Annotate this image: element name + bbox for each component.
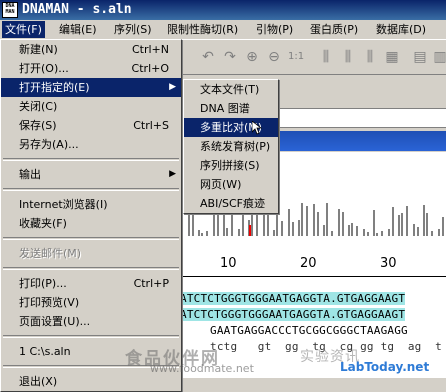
sequence-row: ATCTCTGGGTGGGAATGAGGTA.GTGAGGAAGT [180, 308, 406, 321]
menu-internet-browser[interactable]: Internet浏览器(I) [1, 195, 181, 214]
menu-export[interactable]: 输出 ▶ [1, 165, 181, 184]
submenu-web-page[interactable]: 网页(W) [184, 175, 278, 194]
submenu-multiple-alignment[interactable]: 多重比对(M) [184, 118, 278, 137]
zoom-1to1-icon[interactable]: 1:1 [288, 49, 304, 65]
menu-open[interactable]: 打开(O)... Ctrl+O [1, 59, 181, 78]
menu-close[interactable]: 关闭(C) [1, 97, 181, 116]
align-center-icon[interactable]: ⫼ [362, 49, 378, 65]
open-specified-submenu: 文本文件(T) DNA 图谱 多重比对(M) 系统发育树(P) 序列拼接(S) … [183, 79, 279, 214]
menu-save-as[interactable]: 另存为(A)... [1, 135, 181, 154]
submenu-phylogenetic-tree[interactable]: 系统发育树(P) [184, 137, 278, 156]
menu-bar: 文件(F) 编辑(E) 序列(S) 限制性酶切(R) 引物(P) 蛋白质(P) … [0, 20, 446, 40]
ruler-label: 20 [300, 256, 317, 271]
submenu-dna-map[interactable]: DNA 图谱 [184, 99, 278, 118]
zoom-in-icon[interactable]: ⊕ [244, 49, 260, 65]
menu-separator [3, 158, 179, 161]
file-menu: 新建(N) Ctrl+N 打开(O)... Ctrl+O 打开指定的(E) ▶ 关闭(… [0, 39, 182, 392]
ruler: 10 20 30 [180, 236, 446, 288]
menu-page-setup[interactable]: 页面设置(U)... [1, 312, 181, 331]
submenu-sequence-assembly[interactable]: 序列拼接(S) [184, 156, 278, 175]
shade-icon[interactable]: ▦ [384, 49, 400, 65]
ruler-label: 10 [220, 256, 237, 271]
zoom-out-icon[interactable]: ⊖ [266, 49, 282, 65]
submenu-arrow-icon: ▶ [169, 82, 176, 92]
redo-icon[interactable]: ↷ [222, 49, 238, 65]
mouse-cursor-icon [252, 121, 262, 135]
window-title: DNAMAN - s.aln [22, 2, 132, 17]
sequence-row: GAATGAGGACCCTGCGGCGGGCTAAGAGG [210, 324, 408, 337]
menu-favorites[interactable]: 收藏夹(F) [1, 214, 181, 233]
menu-send-mail: 发送邮件(M) [19, 247, 82, 260]
menu-restriction[interactable]: 限制性酶切(R) [164, 21, 241, 38]
ruler-label: 30 [380, 256, 397, 271]
menu-open-specified[interactable]: 打开指定的(E) ▶ [1, 78, 181, 97]
menu-save[interactable]: 保存(S) Ctrl+S [1, 116, 181, 135]
menu-separator [3, 267, 179, 270]
menu-primer[interactable]: 引物(P) [253, 21, 296, 38]
ruler-baseline [180, 276, 446, 277]
menu-file[interactable]: 文件(F) [2, 21, 45, 38]
menu-print[interactable]: 打印(P)... Ctrl+P [1, 274, 181, 293]
menu-separator [3, 335, 179, 338]
submenu-arrow-icon: ▶ [169, 169, 176, 179]
menu-separator [3, 237, 179, 240]
tool-icon[interactable]: ▤ [412, 49, 428, 65]
menu-database[interactable]: 数据库(D) [373, 21, 429, 38]
extra-icon[interactable]: ▥ [432, 49, 446, 65]
menu-print-preview[interactable]: 打印预览(V) [1, 293, 181, 312]
align-left-icon[interactable]: ⫼ [318, 49, 334, 65]
sequence-row: ATCTCTGGGTGGGAATGAGGTA.GTGAGGAAGT [180, 292, 406, 305]
watermark-foodmate-url: www.foodmate.net [150, 362, 254, 375]
align-right-icon[interactable]: ⫼ [340, 49, 356, 65]
menu-protein[interactable]: 蛋白质(P) [307, 21, 361, 38]
title-bar: DNA MAN DNAMAN - s.aln [0, 0, 446, 20]
app-icon: DNA MAN [2, 2, 18, 18]
submenu-abi-scf-trace[interactable]: ABI/SCF痕迹 [184, 194, 278, 213]
menu-new[interactable]: 新建(N) Ctrl+N [1, 40, 181, 59]
submenu-text-file[interactable]: 文本文件(T) [184, 80, 278, 99]
menu-sequence[interactable]: 序列(S) [111, 21, 155, 38]
menu-separator [3, 188, 179, 191]
undo-icon[interactable]: ↶ [200, 49, 216, 65]
watermark-labtoday-url: LabToday.net [340, 360, 430, 374]
menu-edit[interactable]: 编辑(E) [56, 21, 100, 38]
